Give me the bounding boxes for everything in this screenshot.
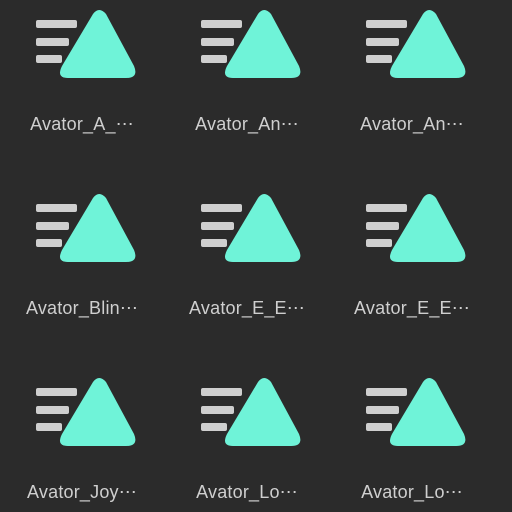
animation-clip-icon bbox=[201, 378, 301, 446]
asset-item[interactable]: Avator_A_⋯ bbox=[0, 0, 164, 165]
asset-item[interactable]: Avator_Lo⋯ bbox=[165, 368, 329, 512]
asset-label: Avator_An⋯ bbox=[195, 114, 299, 134]
animation-clip-icon bbox=[366, 194, 466, 262]
animation-clip-icon bbox=[201, 194, 301, 262]
asset-label: Avator_A_⋯ bbox=[30, 114, 134, 134]
asset-label: Avator_Lo⋯ bbox=[196, 482, 298, 502]
animation-clip-icon bbox=[36, 378, 136, 446]
asset-grid: Avator_A_⋯ Avator_An⋯ Avator_An⋯ Avator_… bbox=[0, 0, 512, 512]
asset-item[interactable]: Avator_Lo⋯ bbox=[330, 368, 494, 512]
asset-label: Avator_Joy⋯ bbox=[27, 482, 137, 502]
animation-clip-icon bbox=[36, 194, 136, 262]
asset-label: Avator_E_E⋯ bbox=[189, 298, 305, 318]
animation-clip-icon bbox=[366, 378, 466, 446]
asset-label: Avator_E_E⋯ bbox=[354, 298, 470, 318]
asset-item[interactable]: Avator_An⋯ bbox=[330, 0, 494, 165]
animation-clip-icon bbox=[366, 10, 466, 78]
asset-item[interactable]: Avator_E_E⋯ bbox=[330, 184, 494, 349]
asset-label: Avator_An⋯ bbox=[360, 114, 464, 134]
animation-clip-icon bbox=[201, 10, 301, 78]
asset-item[interactable]: Avator_Blin⋯ bbox=[0, 184, 164, 349]
animation-clip-icon bbox=[36, 10, 136, 78]
asset-label: Avator_Lo⋯ bbox=[361, 482, 463, 502]
asset-item[interactable]: Avator_E_E⋯ bbox=[165, 184, 329, 349]
asset-item[interactable]: Avator_Joy⋯ bbox=[0, 368, 164, 512]
asset-item[interactable]: Avator_An⋯ bbox=[165, 0, 329, 165]
asset-label: Avator_Blin⋯ bbox=[25, 298, 139, 318]
